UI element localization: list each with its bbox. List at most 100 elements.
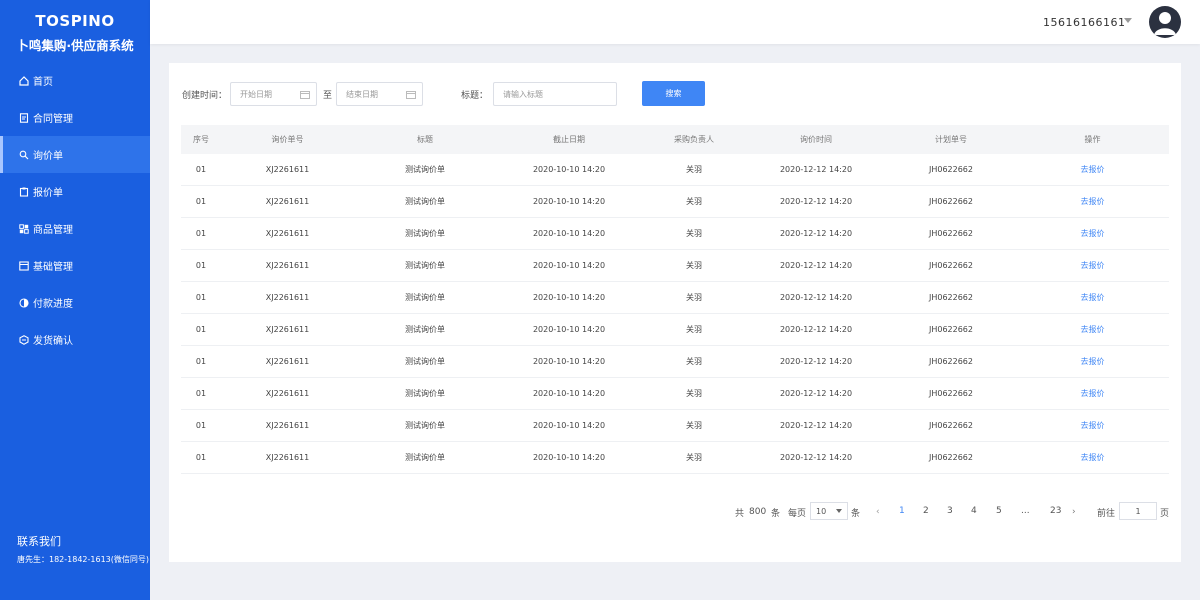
table-cell: 2020-12-12 14:20 <box>779 325 853 334</box>
total-prefix: 共 <box>735 508 745 519</box>
table-cell: 2020-12-12 14:20 <box>779 357 853 366</box>
table-cell-action: 去报价 <box>1016 410 1169 441</box>
page-number[interactable]: 4 <box>971 506 977 516</box>
table-cell-action: 去报价 <box>1016 186 1169 217</box>
table-cell: JH0622662 <box>928 389 973 398</box>
table-cell: JH0622662 <box>928 421 973 430</box>
table-cell: 测试询价单 <box>405 293 445 302</box>
column-header: 截止日期 <box>553 135 585 144</box>
table-cell: 2020-10-10 14:20 <box>532 389 606 398</box>
table-cell: XJ2261611 <box>265 165 310 174</box>
table-cell: XJ2261611 <box>265 261 310 270</box>
table-row: 01 XJ2261611 测试询价单 2020-10-10 14:20 关羽 2020-1… <box>181 442 1169 474</box>
table-cell: 测试询价单 <box>405 357 445 366</box>
title-label: 标题： <box>461 91 489 101</box>
sidebar-item-quote[interactable]: 报价单 <box>0 173 150 210</box>
column-header: 询价时间 <box>800 135 832 144</box>
end-date-input[interactable]: 结束日期 <box>336 82 423 106</box>
next-page-icon[interactable]: › <box>1072 503 1076 521</box>
page-ellipsis[interactable]: ... <box>1021 506 1030 516</box>
table-cell: XJ2261611 <box>265 293 310 302</box>
start-date-placeholder: 开始日期 <box>240 89 272 99</box>
quote-link[interactable]: 去报价 <box>1081 260 1105 271</box>
table-cell: 01 <box>195 229 207 238</box>
page-number[interactable]: 2 <box>923 506 929 516</box>
quote-link[interactable]: 去报价 <box>1081 228 1105 239</box>
total-suffix: 条 <box>771 508 781 519</box>
page-size-value: 10 <box>816 506 827 516</box>
sidebar-item-home[interactable]: 首页 <box>0 62 150 99</box>
quote-link[interactable]: 去报价 <box>1081 388 1105 399</box>
sidebar-menu: 首页合同管理询价单报价单商品管理 基础管理 付款进度 发货确认 <box>0 62 150 358</box>
table-row: 01 XJ2261611 测试询价单 2020-10-10 14:20 关羽 2020-1… <box>181 186 1169 218</box>
page-size-select[interactable]: 10 <box>810 502 848 520</box>
contract-icon <box>18 112 29 123</box>
table-cell: 关羽 <box>686 261 702 270</box>
table-cell-action: 去报价 <box>1016 218 1169 249</box>
quote-link[interactable]: 去报价 <box>1081 196 1105 207</box>
table-cell: 测试询价单 <box>405 421 445 430</box>
user-avatar-icon <box>1154 12 1176 35</box>
sidebar-item-label: 合同管理 <box>33 114 73 125</box>
quote-link[interactable]: 去报价 <box>1081 324 1105 335</box>
table-cell: XJ2261611 <box>265 357 310 366</box>
shipping-icon <box>18 334 29 345</box>
sidebar-item-inquiry[interactable]: 询价单 <box>0 136 150 173</box>
table-cell: 2020-12-12 14:20 <box>779 453 853 462</box>
sidebar-item-shipping[interactable]: 发货确认 <box>0 321 150 358</box>
search-button[interactable]: 搜索 <box>642 81 705 106</box>
table-cell: 01 <box>195 261 207 270</box>
caret-down-icon <box>836 509 842 513</box>
table-body: 01 XJ2261611 测试询价单 2020-10-10 14:20 关羽 2020-1… <box>181 154 1169 474</box>
table-cell: 2020-12-12 14:20 <box>779 197 853 206</box>
column-header: 采购负责人 <box>674 135 714 144</box>
title-placeholder: 请输入标题 <box>503 89 543 99</box>
table-cell-action: 去报价 <box>1016 154 1169 185</box>
table-cell-action: 去报价 <box>1016 442 1169 473</box>
table-cell: 测试询价单 <box>405 389 445 398</box>
table-cell-action: 去报价 <box>1016 314 1169 345</box>
table-row: 01 XJ2261611 测试询价单 2020-10-10 14:20 关羽 2020-1… <box>181 346 1169 378</box>
prev-page-icon[interactable]: ‹ <box>876 503 880 521</box>
table-cell: 2020-10-10 14:20 <box>532 165 606 174</box>
created-time-label: 创建时间： <box>182 91 228 101</box>
table-cell: JH0622662 <box>928 261 973 270</box>
quote-link[interactable]: 去报价 <box>1081 420 1105 431</box>
table-cell-action: 去报价 <box>1016 378 1169 409</box>
contact-line: 唐先生：182-1842-1613(微信同号) <box>17 555 150 564</box>
start-date-input[interactable]: 开始日期 <box>230 82 317 106</box>
sidebar-item-goods[interactable]: 商品管理 <box>0 210 150 247</box>
quote-link[interactable]: 去报价 <box>1081 292 1105 303</box>
table-cell-action: 去报价 <box>1016 250 1169 281</box>
table-cell: JH0622662 <box>928 453 973 462</box>
page-number[interactable]: 3 <box>947 506 953 516</box>
sidebar-item-label: 报价单 <box>33 188 63 199</box>
table-cell: JH0622662 <box>928 293 973 302</box>
table-cell: XJ2261611 <box>265 325 310 334</box>
content-card: 创建时间： 开始日期 至 结束日期 标题： 请输入标题 搜索 序号 询价单号 标题 截… <box>169 63 1181 562</box>
avatar[interactable] <box>1149 6 1181 38</box>
sidebar-item-payment[interactable]: 付款进度 <box>0 284 150 321</box>
quote-link[interactable]: 去报价 <box>1081 452 1105 463</box>
brand-title: 卜鸣集购·供应商系统 <box>16 38 134 53</box>
sidebar-item-basic[interactable]: 基础管理 <box>0 247 150 284</box>
caret-down-icon[interactable] <box>1124 18 1132 23</box>
table-cell: 测试询价单 <box>405 165 445 174</box>
page-number[interactable]: 23 <box>1050 506 1061 516</box>
page-number[interactable]: 1 <box>899 506 905 516</box>
quote-link[interactable]: 去报价 <box>1081 164 1105 175</box>
table-cell: JH0622662 <box>928 325 973 334</box>
goto-page-input[interactable]: 1 <box>1119 502 1157 520</box>
table-cell: 2020-10-10 14:20 <box>532 293 606 302</box>
column-header: 标题 <box>417 135 433 144</box>
calendar-icon <box>406 91 416 99</box>
pagination: 共 800 条 每页 10 条 ‹ 1 2 3 4 5... 23 › 前往 1 页 <box>169 502 1181 523</box>
page-number[interactable]: 5 <box>996 506 1002 516</box>
sidebar-item-contract[interactable]: 合同管理 <box>0 99 150 136</box>
title-search-input[interactable]: 请输入标题 <box>493 82 617 106</box>
table-cell: 2020-10-10 14:20 <box>532 197 606 206</box>
quote-link[interactable]: 去报价 <box>1081 356 1105 367</box>
user-phone[interactable]: 15616166161 <box>1043 16 1125 29</box>
table-cell: 2020-10-10 14:20 <box>532 421 606 430</box>
table-cell: JH0622662 <box>928 165 973 174</box>
